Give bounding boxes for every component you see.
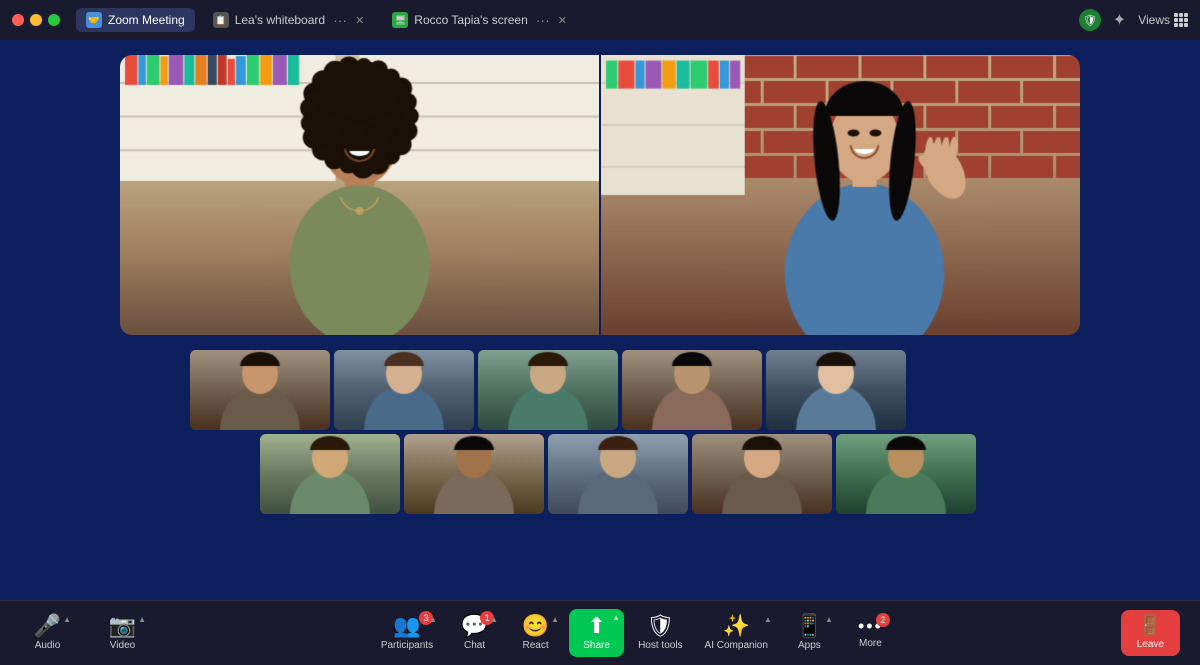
thumbnail-6[interactable]: [260, 434, 400, 514]
tab-screen-share-label: Rocco Tapia's screen: [414, 13, 527, 27]
audio-label: Audio: [35, 640, 61, 651]
leave-icon: 🚪: [1138, 616, 1163, 636]
apps-label: Apps: [798, 640, 821, 651]
tab-zoom-meeting-label: Zoom Meeting: [108, 13, 185, 27]
more-label: More: [859, 638, 882, 649]
apps-button[interactable]: 📱 Apps ▲: [782, 611, 837, 655]
thumbnail-row-1: [190, 350, 1010, 430]
screen-share-close-button[interactable]: ✕: [558, 14, 567, 27]
shield-security-icon[interactable]: 🛡: [1079, 9, 1101, 31]
video-icon: 📷: [109, 615, 136, 637]
thumbnail-2[interactable]: [334, 350, 474, 430]
thumbnail-2-inner: [334, 350, 474, 430]
audio-arrow: ▲: [63, 615, 71, 624]
audio-button[interactable]: 🎤 Audio ▲: [20, 611, 75, 655]
ai-companion-label: AI Companion: [705, 640, 768, 651]
grid-views-icon: [1174, 13, 1188, 27]
chat-button[interactable]: 💬 Chat 1 ▲: [447, 611, 502, 655]
whiteboard-close-button[interactable]: ✕: [355, 14, 364, 27]
titlebar-right: 🛡 ✦ Views: [1079, 9, 1188, 31]
thumbnail-row-2: [190, 434, 1010, 514]
more-button[interactable]: ••• More 2: [843, 613, 898, 653]
chat-label: Chat: [464, 640, 485, 651]
thumbnail-5-inner: [766, 350, 906, 430]
whiteboard-tab-dots: ···: [333, 12, 347, 28]
main-content: [0, 40, 1200, 600]
thumbnail-7[interactable]: [404, 434, 544, 514]
ai-companion-icon: ✨: [723, 615, 750, 637]
thumbnail-strip: [190, 350, 1010, 514]
toolbar-center: 👥 Participants 3 ▲ 💬 Chat 1 ▲ 😊 React ▲ …: [373, 609, 898, 657]
thumbnail-3[interactable]: [478, 350, 618, 430]
react-button[interactable]: 😊 React ▲: [508, 611, 563, 655]
ai-companion-button[interactable]: ✨ AI Companion ▲: [697, 611, 776, 655]
share-icon: ⬆: [587, 615, 605, 637]
toolbar-right: 🚪 Leave: [1121, 610, 1180, 656]
more-badge: 2: [876, 613, 890, 627]
thumbnail-1-inner: [190, 350, 330, 430]
react-arrow: ▲: [551, 615, 559, 624]
react-icon: 😊: [522, 615, 549, 637]
main-video-panel-2: [601, 55, 1080, 335]
zoom-meeting-icon: 🤝: [86, 12, 102, 28]
main-video-canvas-1: [120, 55, 599, 335]
main-video-canvas-2: [601, 55, 1080, 335]
share-button[interactable]: ⬆ Share ▲: [569, 609, 624, 657]
participants-button[interactable]: 👥 Participants 3 ▲: [373, 611, 441, 655]
thumbnail-4[interactable]: [622, 350, 762, 430]
participants-icon: 👥: [393, 615, 420, 637]
minimize-button[interactable]: [30, 14, 42, 26]
toolbar-left: 🎤 Audio ▲ 📷 Video ▲: [20, 611, 150, 655]
maximize-button[interactable]: [48, 14, 60, 26]
react-label: React: [523, 640, 549, 651]
thumbnail-10[interactable]: [836, 434, 976, 514]
toolbar: 🎤 Audio ▲ 📷 Video ▲ 👥 Participants 3 ▲ 💬…: [0, 600, 1200, 665]
chat-arrow: ▲: [490, 615, 498, 624]
audio-icon: 🎤: [34, 615, 61, 637]
thumbnail-3-inner: [478, 350, 618, 430]
thumbnail-1[interactable]: [190, 350, 330, 430]
video-arrow: ▲: [138, 615, 146, 624]
views-label: Views: [1138, 13, 1170, 27]
host-tools-button[interactable]: 🛡 Host tools: [630, 611, 690, 655]
screen-share-tab-dots: ···: [536, 12, 550, 28]
host-tools-icon: 🛡: [646, 615, 674, 637]
apps-arrow: ▲: [825, 615, 833, 624]
thumbnail-9[interactable]: [692, 434, 832, 514]
tab-screen-share[interactable]: 🖥 Rocco Tapia's screen ··· ✕: [382, 8, 577, 32]
tab-whiteboard[interactable]: 📋 Lea's whiteboard ··· ✕: [203, 8, 375, 32]
video-label: Video: [110, 640, 135, 651]
share-arrow: ▲: [612, 613, 620, 622]
thumbnail-10-inner: [836, 434, 976, 514]
tab-zoom-meeting[interactable]: 🤝 Zoom Meeting: [76, 8, 195, 32]
participants-arrow: ▲: [429, 615, 437, 624]
thumbnail-6-inner: [260, 434, 400, 514]
whiteboard-icon: 📋: [213, 12, 229, 28]
thumbnail-7-inner: [404, 434, 544, 514]
main-video-area: [120, 55, 1080, 335]
thumbnail-5[interactable]: [766, 350, 906, 430]
apps-icon: 📱: [796, 615, 823, 637]
leave-button[interactable]: 🚪 Leave: [1121, 610, 1180, 656]
screen-share-icon: 🖥: [392, 12, 408, 28]
thumbnail-8[interactable]: [548, 434, 688, 514]
video-button[interactable]: 📷 Video ▲: [95, 611, 150, 655]
host-tools-label: Host tools: [638, 640, 682, 651]
thumbnail-8-inner: [548, 434, 688, 514]
tab-whiteboard-label: Lea's whiteboard: [235, 13, 325, 27]
window-controls: [12, 14, 60, 26]
share-label: Share: [583, 640, 610, 651]
main-video-panel-1: [120, 55, 601, 335]
views-button[interactable]: Views: [1138, 13, 1188, 27]
titlebar: 🤝 Zoom Meeting 📋 Lea's whiteboard ··· ✕ …: [0, 0, 1200, 40]
star-icon[interactable]: ✦: [1113, 10, 1126, 30]
ai-companion-arrow: ▲: [764, 615, 772, 624]
thumbnail-9-inner: [692, 434, 832, 514]
thumbnail-4-inner: [622, 350, 762, 430]
participants-label: Participants: [381, 640, 433, 651]
close-button[interactable]: [12, 14, 24, 26]
